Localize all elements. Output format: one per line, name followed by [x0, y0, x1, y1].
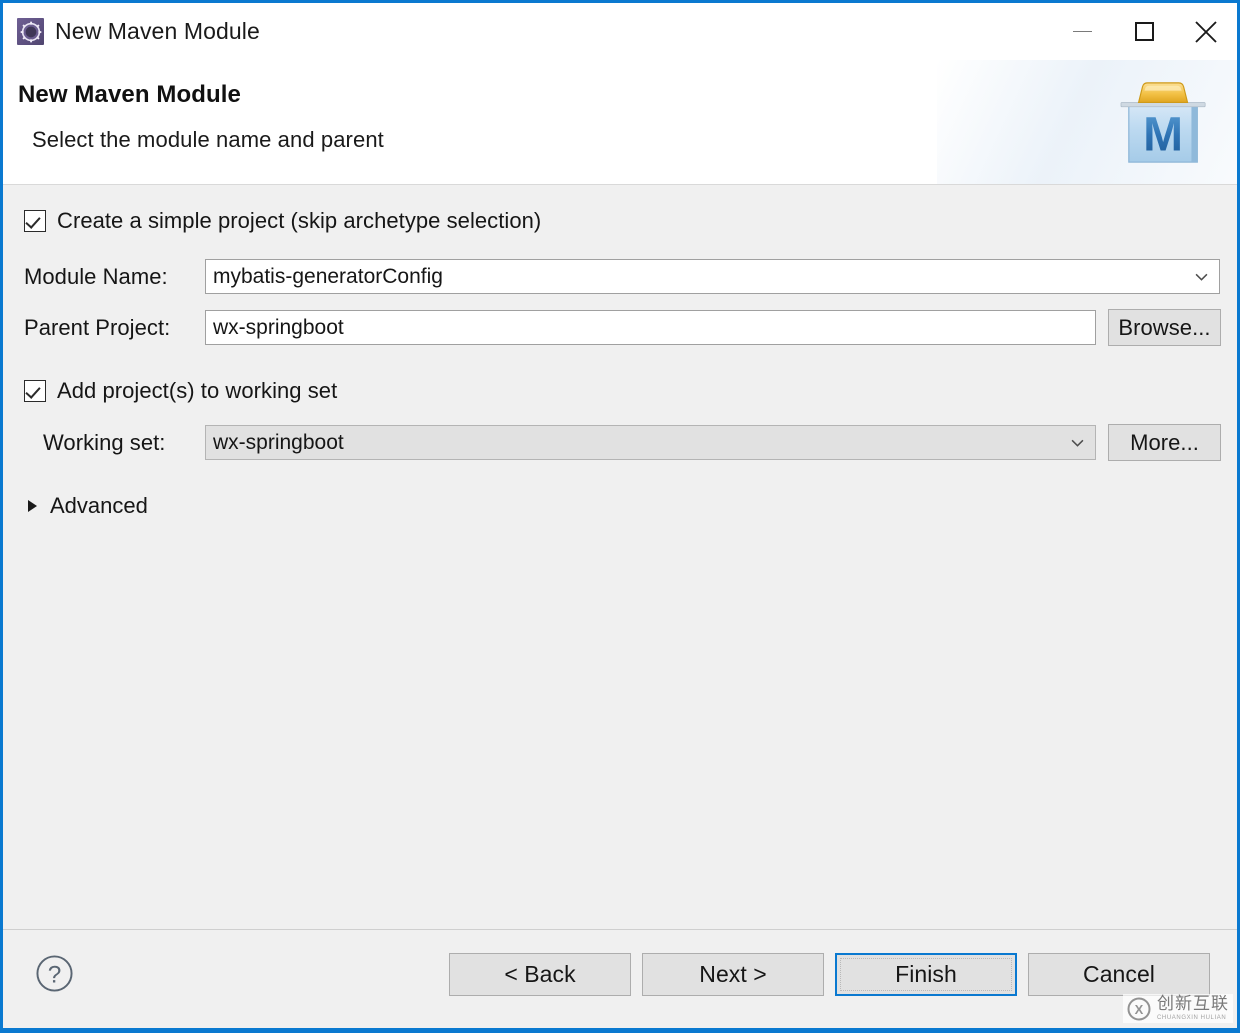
wizard-buttons: < Back Next > Finish Cancel: [449, 953, 1210, 996]
parent-project-row: Parent Project: wx-springboot Browse...: [3, 294, 1237, 346]
working-set-value: wx-springboot: [213, 431, 344, 455]
working-set-row: Working set: wx-springboot More...: [3, 404, 1237, 461]
create-simple-project-label: Create a simple project (skip archetype …: [57, 208, 541, 234]
back-button[interactable]: < Back: [449, 953, 631, 996]
window-controls: [1051, 3, 1237, 60]
browse-button-label: Browse...: [1118, 315, 1210, 341]
module-name-label: Module Name:: [24, 264, 205, 290]
minimize-button[interactable]: [1051, 3, 1113, 60]
next-button[interactable]: Next >: [642, 953, 824, 996]
maven-folder-logo: M: [1117, 76, 1215, 168]
parent-project-value: wx-springboot: [213, 316, 344, 340]
new-maven-module-dialog: New Maven Module New Maven Module Select…: [0, 0, 1240, 1033]
maven-module-icon: [17, 18, 44, 45]
chevron-down-icon: [1195, 270, 1208, 283]
simple-project-row: Create a simple project (skip archetype …: [3, 185, 1237, 234]
parent-project-label: Parent Project:: [24, 315, 205, 341]
minimize-icon: [1073, 31, 1092, 33]
gear-icon: [20, 21, 41, 42]
title-bar-left: New Maven Module: [3, 18, 260, 45]
add-to-working-set-checkbox[interactable]: [24, 380, 46, 402]
working-set-label: Working set:: [43, 430, 205, 456]
create-simple-project-checkbox[interactable]: [24, 210, 46, 232]
browse-button[interactable]: Browse...: [1108, 309, 1221, 346]
module-name-value: mybatis-generatorConfig: [213, 265, 443, 289]
maximize-icon: [1135, 22, 1154, 41]
wizard-body: Create a simple project (skip archetype …: [3, 185, 1237, 930]
parent-project-input[interactable]: wx-springboot: [205, 310, 1096, 345]
close-icon: [1194, 20, 1218, 44]
cancel-button-label: Cancel: [1083, 961, 1155, 988]
more-button-label: More...: [1130, 430, 1199, 456]
working-set-select[interactable]: wx-springboot: [205, 425, 1096, 460]
wizard-page-title: New Maven Module: [18, 60, 1237, 109]
module-name-input[interactable]: mybatis-generatorConfig: [205, 259, 1220, 294]
module-name-row: Module Name: mybatis-generatorConfig: [3, 234, 1237, 294]
title-bar: New Maven Module: [3, 3, 1237, 60]
next-button-label: Next >: [699, 961, 766, 988]
window-title: New Maven Module: [55, 18, 260, 45]
add-working-set-row: Add project(s) to working set: [3, 346, 1237, 404]
add-to-working-set-label: Add project(s) to working set: [57, 378, 337, 404]
finish-button-label: Finish: [840, 958, 1012, 991]
svg-text:M: M: [1143, 108, 1183, 161]
cancel-button[interactable]: Cancel: [1028, 953, 1210, 996]
back-button-label: < Back: [504, 961, 575, 988]
wizard-page-subtitle: Select the module name and parent: [18, 109, 1237, 153]
wizard-footer: ? < Back Next > Finish Cancel: [3, 930, 1237, 1029]
more-button[interactable]: More...: [1108, 424, 1221, 461]
svg-text:?: ?: [48, 961, 62, 988]
chevron-down-icon: [1071, 436, 1084, 449]
maximize-button[interactable]: [1113, 3, 1175, 60]
wizard-header: New Maven Module Select the module name …: [3, 60, 1237, 185]
advanced-label: Advanced: [50, 493, 148, 519]
close-button[interactable]: [1175, 3, 1237, 60]
advanced-disclosure[interactable]: Advanced: [3, 461, 1237, 519]
chevron-right-icon: [28, 500, 37, 512]
help-icon[interactable]: ?: [35, 954, 74, 993]
finish-button[interactable]: Finish: [835, 953, 1017, 996]
